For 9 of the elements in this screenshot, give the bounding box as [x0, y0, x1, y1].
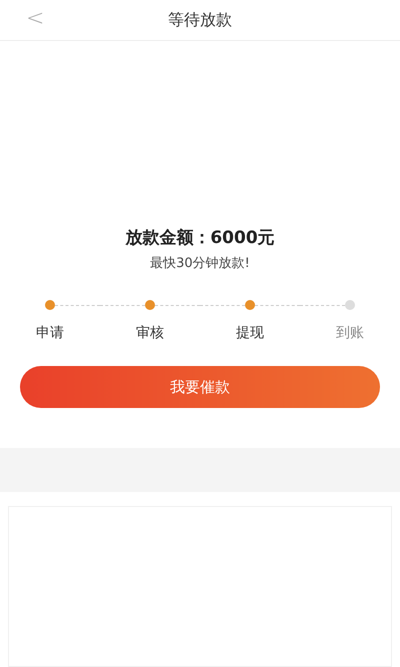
loan-note: 最快30分钟放款!: [150, 255, 250, 272]
step-label: 申请: [36, 324, 64, 342]
step-label: 提现: [236, 324, 264, 342]
step-label: 审核: [136, 324, 164, 342]
loan-amount: 放款金额：6000元: [125, 227, 275, 249]
back-button[interactable]: <: [26, 6, 44, 31]
step-label: 到账: [336, 324, 364, 342]
urge-button[interactable]: 我要催款: [20, 366, 380, 408]
page-title: 等待放款: [168, 10, 232, 30]
